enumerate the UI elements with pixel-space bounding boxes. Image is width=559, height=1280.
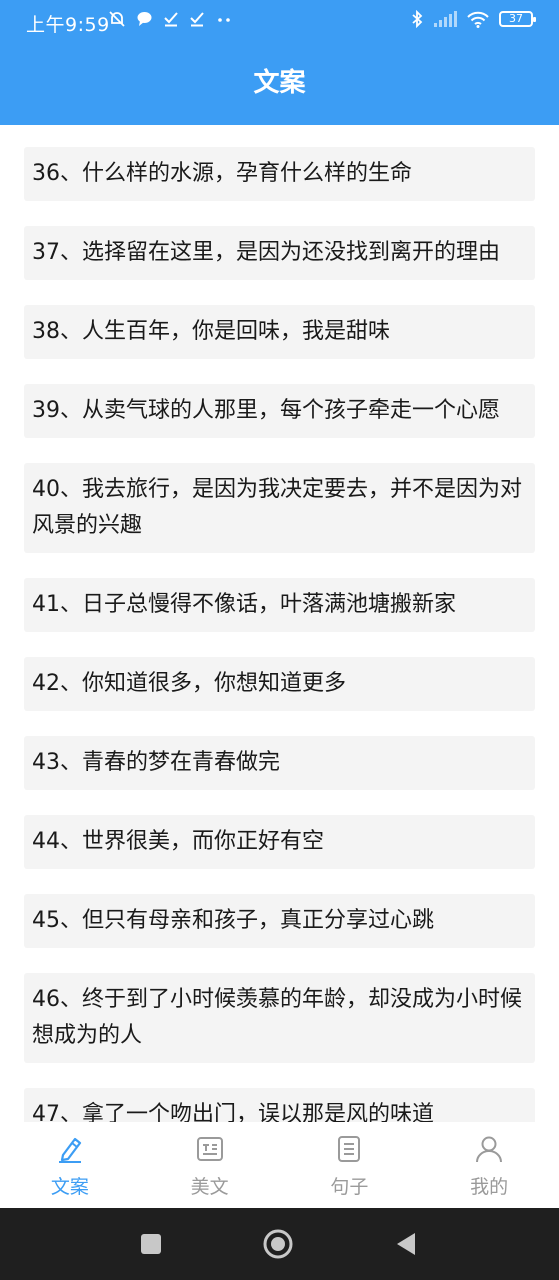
chat-icon xyxy=(137,12,152,26)
list-item[interactable]: 40、我去旅行，是因为我决定要去，并不是因为对风景的兴趣 xyxy=(24,463,535,553)
home-button[interactable] xyxy=(262,1228,294,1260)
download-done-icon xyxy=(164,12,178,27)
tab-label: 我的 xyxy=(470,1176,509,1198)
back-button[interactable] xyxy=(390,1228,422,1260)
pen-icon xyxy=(55,1134,85,1164)
list-item[interactable]: 39、从卖气球的人那里，每个孩子牵走一个心愿 xyxy=(24,384,535,438)
status-bar: 上午9:59 37 xyxy=(0,0,559,44)
tab-label: 句子 xyxy=(330,1176,369,1198)
tab-label: 美文 xyxy=(190,1176,229,1198)
tab-label: 文案 xyxy=(50,1176,89,1198)
home-circle-icon xyxy=(263,1229,293,1259)
back-triangle-icon xyxy=(397,1233,415,1255)
list-item[interactable]: 41、日子总慢得不像话，叶落满池塘搬新家 xyxy=(24,578,535,632)
list-item[interactable]: 47、拿了一个吻出门，误以那是风的味道 xyxy=(24,1088,535,1122)
copywriting-list[interactable]: 36、什么样的水源，孕育什么样的生命 37、选择留在这里，是因为还没找到离开的理… xyxy=(24,147,535,1122)
list-item[interactable]: 43、青春的梦在青春做完 xyxy=(24,736,535,790)
square-icon xyxy=(141,1234,161,1254)
mute-bell-icon xyxy=(109,11,125,27)
recent-apps-button[interactable] xyxy=(135,1228,167,1260)
tab-sentences[interactable]: 句子 xyxy=(280,1122,420,1208)
list-item[interactable]: 44、世界很美，而你正好有空 xyxy=(24,815,535,869)
bluetooth-icon xyxy=(412,10,423,28)
bottom-tab-bar: 文案 美文 句子 我的 xyxy=(0,1122,559,1208)
notification-icons xyxy=(108,10,233,28)
status-time: 上午9:59 xyxy=(26,14,110,36)
list-item[interactable]: 38、人生百年，你是回味，我是甜味 xyxy=(24,305,535,359)
more-dots-icon xyxy=(218,18,230,22)
list-item[interactable]: 45、但只有母亲和孩子，真正分享过心跳 xyxy=(24,894,535,948)
system-icons: 37 xyxy=(410,10,536,28)
top-app-bar: 上午9:59 37 文案 xyxy=(0,0,559,125)
list-item[interactable]: 36、什么样的水源，孕育什么样的生命 xyxy=(24,147,535,201)
person-icon xyxy=(474,1134,504,1164)
page-title: 文案 xyxy=(253,68,306,98)
battery-icon: 37 xyxy=(499,11,536,27)
wifi-icon xyxy=(467,11,489,28)
system-navigation-bar xyxy=(0,1208,559,1280)
tab-copywriting[interactable]: 文案 xyxy=(0,1122,140,1208)
list-item[interactable]: 46、终于到了小时候羡慕的年龄，却没成为小时候想成为的人 xyxy=(24,973,535,1063)
list-item[interactable]: 42、你知道很多，你想知道更多 xyxy=(24,657,535,711)
download-done-icon xyxy=(190,12,204,27)
signal-icon xyxy=(434,11,457,27)
document-icon xyxy=(334,1134,364,1164)
list-item[interactable]: 37、选择留在这里，是因为还没找到离开的理由 xyxy=(24,226,535,280)
tab-articles[interactable]: 美文 xyxy=(140,1122,280,1208)
article-icon xyxy=(195,1134,225,1164)
tab-mine[interactable]: 我的 xyxy=(419,1122,559,1208)
